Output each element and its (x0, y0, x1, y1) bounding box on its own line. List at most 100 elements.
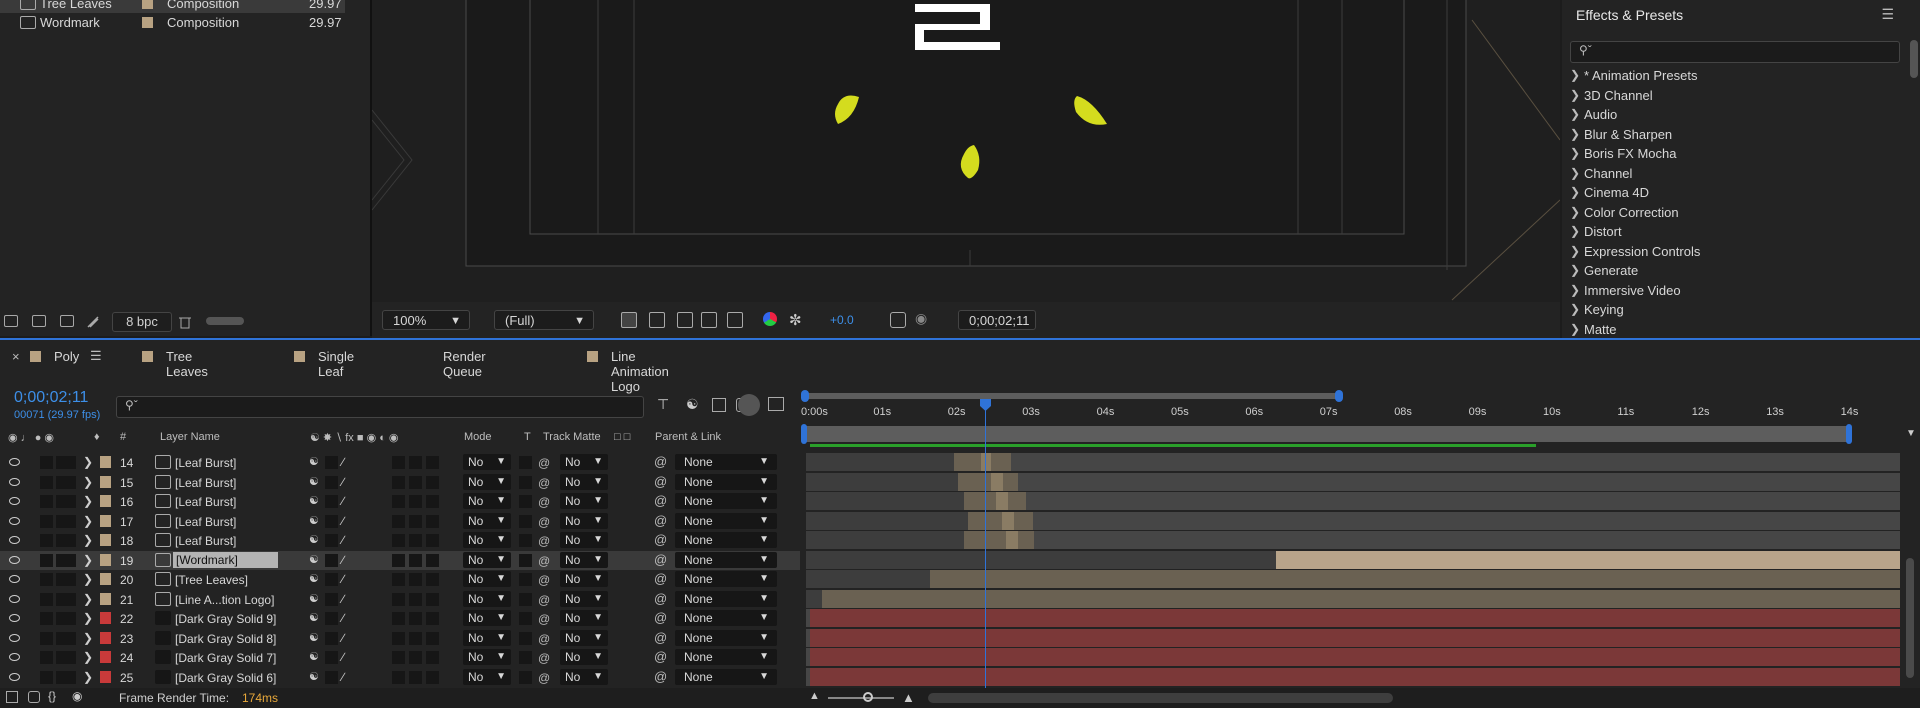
shy-switch-icon[interactable]: ☯ (309, 553, 321, 567)
layer-row[interactable]: ❯ 14 [Leaf Burst] ☯ ∕ No ▼ @ No ▼ @ None ▼ (0, 453, 800, 472)
quality-switch-icon[interactable]: ∕ (342, 553, 344, 567)
label-color-swatch[interactable] (100, 553, 111, 566)
expand-chevron-icon[interactable]: ❯ (83, 533, 93, 547)
track-matte-dropdown[interactable]: No ▼ (560, 454, 608, 470)
frame-blend-switch[interactable] (409, 495, 422, 508)
preserve-transparency-toggle[interactable] (519, 534, 532, 547)
show-snapshot-icon[interactable]: ◉ (915, 310, 927, 327)
quality-switch-icon[interactable]: ∕ (342, 670, 344, 684)
in-out-toggle-icon[interactable]: {} (48, 689, 56, 703)
effect-category[interactable]: ❯ Distort (1570, 223, 1890, 241)
quality-switch-icon[interactable]: ∕ (342, 514, 344, 528)
blend-mode-dropdown[interactable]: No ▼ (463, 629, 511, 646)
preserve-transparency-toggle[interactable] (519, 495, 532, 508)
comp-marker-bin-icon[interactable]: ▼ (1906, 428, 1916, 439)
parent-dropdown[interactable]: None ▼ (675, 551, 777, 568)
expand-chevron-icon[interactable]: ❯ (83, 514, 93, 528)
quality-switch-icon[interactable]: ∕ (342, 475, 344, 489)
project-settings-icon[interactable] (86, 315, 100, 328)
effect-switch[interactable] (392, 592, 405, 606)
blend-mode-dropdown[interactable]: No ▼ (463, 649, 511, 665)
parent-pickwhip-icon[interactable]: @ (654, 669, 667, 684)
blend-mode-dropdown[interactable]: No ▼ (463, 590, 511, 607)
effect-switch[interactable] (392, 456, 405, 469)
effect-category[interactable]: ❯ Boris FX Mocha (1570, 145, 1890, 163)
layer-row[interactable]: ❯ 15 [Leaf Burst] ☯ ∕ No ▼ @ No ▼ @ None ▼ (0, 473, 800, 492)
visibility-eye-icon[interactable] (9, 672, 20, 681)
new-composition-icon[interactable] (60, 315, 74, 327)
effect-category[interactable]: ❯ Keying (1570, 301, 1890, 319)
track-matte-dropdown[interactable]: No ▼ (560, 512, 608, 529)
frame-blend-switch[interactable] (409, 631, 422, 645)
zoom-slider-handle[interactable] (863, 692, 873, 702)
parent-pickwhip-icon[interactable]: @ (654, 591, 667, 606)
frame-blend-switch[interactable] (409, 670, 422, 684)
shy-switch-icon[interactable]: ☯ (309, 670, 321, 684)
motion-blur-switch[interactable] (426, 553, 439, 567)
motion-blur-switch[interactable] (426, 534, 439, 547)
track-matte-dropdown[interactable]: No ▼ (560, 610, 608, 626)
transparency-grid-icon[interactable] (649, 312, 665, 328)
parent-dropdown[interactable]: None ▼ (675, 629, 777, 646)
zoom-in-icon[interactable]: ▲ (902, 690, 915, 705)
shy-switch-icon[interactable]: ☯ (309, 494, 321, 508)
matte-pickwhip-icon[interactable]: @ (538, 534, 551, 548)
lock-toggle[interactable] (66, 612, 76, 625)
parent-dropdown[interactable]: None ▼ (675, 649, 777, 665)
effect-category[interactable]: ❯ Color Correction (1570, 204, 1890, 222)
layer-row[interactable]: ❯ 22 [Dark Gray Solid 9] ☯ ∕ No ▼ @ No ▼ @ None ▼ (0, 609, 800, 628)
audio-toggle[interactable] (40, 495, 53, 508)
layer-name[interactable]: [Leaf Burst] (175, 515, 236, 529)
effect-switch[interactable] (392, 553, 405, 567)
track-matte-dropdown[interactable]: No ▼ (560, 590, 608, 607)
matte-pickwhip-icon[interactable]: @ (538, 476, 551, 490)
collapse-switch[interactable] (325, 631, 338, 645)
frame-blend-switch[interactable] (409, 612, 422, 625)
preserve-transparency-toggle[interactable] (519, 514, 532, 528)
lock-toggle[interactable] (66, 553, 76, 567)
lock-toggle[interactable] (66, 495, 76, 508)
parent-pickwhip-icon[interactable]: @ (654, 454, 667, 469)
quality-switch-icon[interactable]: ∕ (342, 494, 344, 508)
label-color-swatch[interactable] (100, 573, 111, 585)
preserve-transparency-toggle[interactable] (519, 670, 532, 684)
label-color-swatch[interactable] (100, 651, 111, 663)
parent-dropdown[interactable]: None ▼ (675, 454, 777, 470)
draft-3d-icon[interactable]: ☯ (686, 396, 699, 413)
preserve-transparency-toggle[interactable] (519, 651, 532, 664)
work-area-bar[interactable] (804, 393, 1340, 399)
matte-pickwhip-icon[interactable]: @ (538, 456, 551, 470)
label-color-swatch[interactable] (100, 514, 111, 527)
frame-blending-icon[interactable] (712, 398, 726, 412)
layer-row[interactable]: ❯ 24 [Dark Gray Solid 7] ☯ ∕ No ▼ @ No ▼ @ None ▼ (0, 648, 800, 667)
frame-blend-switch[interactable] (409, 475, 422, 489)
frame-blend-switch[interactable] (409, 534, 422, 547)
lock-toggle[interactable] (66, 456, 76, 469)
layer-row[interactable]: ❯ 21 [Line A...tion Logo] ☯ ∕ No ▼ @ No ▼ @ None ▼ (0, 590, 800, 609)
layer-row[interactable]: ❯ 20 [Tree Leaves] ☯ ∕ No ▼ @ No ▼ @ None ▼ (0, 570, 800, 589)
layer-row[interactable]: ❯ 25 [Dark Gray Solid 6] ☯ ∕ No ▼ @ No ▼ @ None ▼ (0, 668, 800, 687)
label-color-swatch[interactable] (100, 475, 111, 488)
work-area-end-handle[interactable] (1335, 390, 1343, 402)
lock-toggle[interactable] (66, 651, 76, 664)
track-matte-dropdown[interactable]: No ▼ (560, 668, 608, 685)
trash-icon[interactable] (178, 315, 192, 329)
blend-mode-dropdown[interactable]: No ▼ (463, 571, 511, 587)
motion-blur-switch[interactable] (426, 612, 439, 625)
parent-dropdown[interactable]: None ▼ (675, 668, 777, 685)
exposure-value[interactable]: +0.0 (830, 313, 854, 327)
label-color-swatch[interactable] (100, 592, 111, 605)
expand-chevron-icon[interactable]: ❯ (83, 455, 93, 469)
collapse-switch[interactable] (325, 495, 338, 508)
layer-name[interactable]: [Wordmark] (173, 551, 278, 568)
graph-editor-toggle[interactable] (738, 394, 760, 416)
expand-chevron-icon[interactable]: ❯ (83, 611, 93, 625)
magnification-dropdown[interactable]: 100% ▼ (382, 310, 470, 330)
effect-switch[interactable] (392, 514, 405, 528)
composition-viewer[interactable] (372, 0, 1560, 302)
label-color-swatch[interactable] (100, 612, 111, 624)
fast-preview-icon[interactable] (621, 312, 637, 328)
effect-category[interactable]: ❯ 3D Channel (1570, 87, 1890, 105)
track-matte-dropdown[interactable]: No ▼ (560, 629, 608, 646)
color-management-icon[interactable]: ✼ (789, 311, 802, 329)
